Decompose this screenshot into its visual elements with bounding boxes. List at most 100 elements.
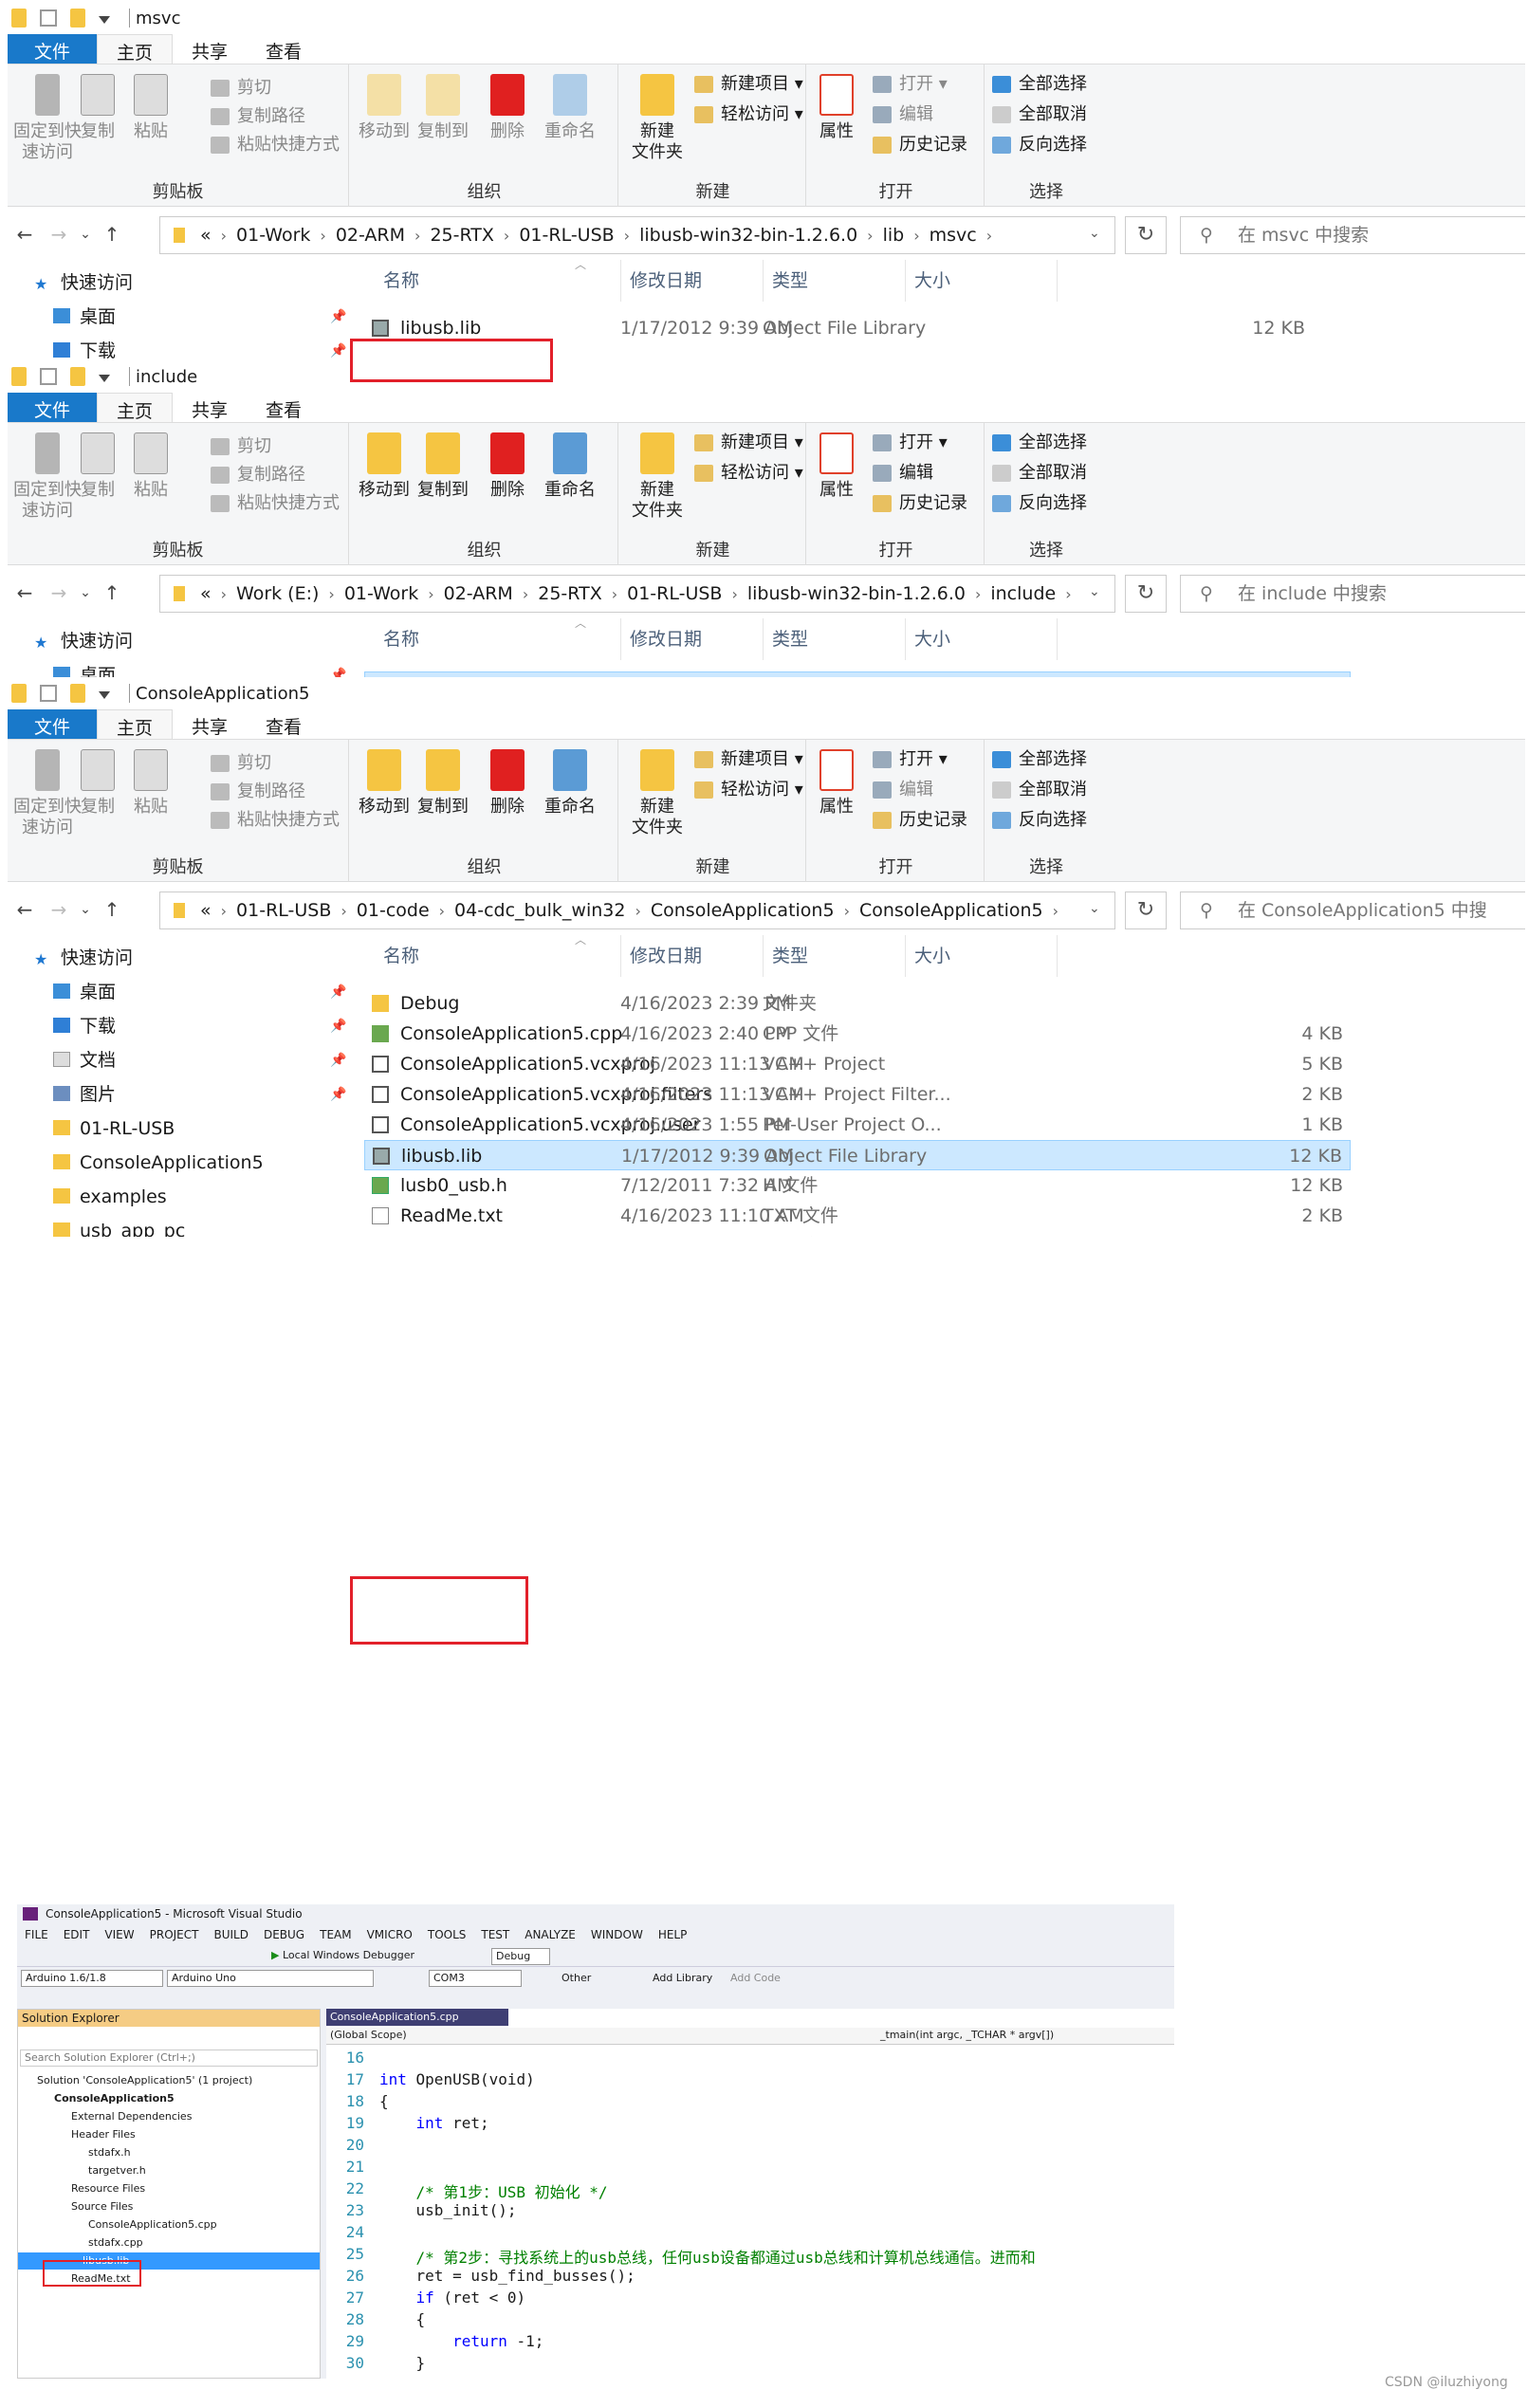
address-bar[interactable]: « › 01-Work › 02-ARM › 25-RTX › 01-RL-USB › libusb…	[159, 216, 1115, 254]
copy-button[interactable]: 复制	[74, 429, 121, 501]
tree-item[interactable]: ConsoleApplication5.cpp	[88, 2216, 217, 2233]
nav-item[interactable]: ★ 快速访问	[34, 624, 133, 658]
column-header-type[interactable]: 类型	[772, 260, 808, 302]
file-row[interactable]: libusb.lib 1/17/2012 9:39 AM Object File L…	[364, 1140, 1351, 1170]
cut-button[interactable]: 剪切	[211, 74, 271, 102]
edit-button[interactable]: 编辑	[873, 776, 933, 804]
forward-arrow-icon[interactable]: →	[42, 581, 76, 604]
chevron-right-icon[interactable]: ›	[504, 227, 509, 245]
column-divider[interactable]	[620, 618, 621, 660]
open-button[interactable]: 打开 ▾	[873, 745, 948, 774]
select-all-button[interactable]: 全部选择	[992, 745, 1087, 774]
properties-quick-icon[interactable]	[40, 9, 57, 27]
nav-item[interactable]: ★ 快速访问	[34, 266, 133, 300]
tree-item[interactable]: External Dependencies	[71, 2108, 192, 2125]
menu-item[interactable]: HELP	[651, 1925, 695, 1944]
address-bar[interactable]: « › 01-RL-USB › 01-code › 04-cdc_bulk_win32 › Co…	[159, 892, 1115, 929]
chevron-right-icon[interactable]: ›	[428, 585, 433, 603]
new-folder-quick-icon[interactable]	[70, 367, 85, 386]
column-divider[interactable]	[1057, 935, 1058, 977]
chevron-right-icon[interactable]: ›	[913, 227, 919, 245]
column-header-type[interactable]: 类型	[772, 935, 808, 977]
menu-item[interactable]: BUILD	[206, 1925, 255, 1944]
new-folder-button[interactable]: 新建 文件夹	[624, 745, 690, 838]
tree-item[interactable]: targetver.h	[88, 2162, 146, 2179]
copy-button[interactable]: 复制	[74, 70, 121, 142]
ribbon-tab[interactable]: 查看	[247, 34, 321, 64]
ribbon-tab[interactable]: 文件	[8, 34, 98, 64]
new-folder-button[interactable]: 新建 文件夹	[624, 429, 690, 522]
chevron-down-icon[interactable]: ▾	[789, 432, 803, 452]
breadcrumb-item[interactable]: «	[200, 900, 212, 921]
chevron-right-icon[interactable]: ›	[635, 902, 640, 920]
cut-button[interactable]: 剪切	[211, 749, 271, 778]
file-row[interactable]: ConsoleApplication5.vcxproj.filters 4/16/…	[364, 1079, 1351, 1110]
tree-item[interactable]: Header Files	[71, 2126, 136, 2143]
nav-item[interactable]: examples	[53, 1180, 167, 1214]
code-line[interactable]: {	[379, 2310, 426, 2328]
breadcrumb-item[interactable]: «	[200, 583, 212, 604]
pin-icon[interactable]: 📌	[330, 309, 346, 324]
column-divider[interactable]	[763, 618, 764, 660]
column-divider[interactable]	[763, 260, 764, 302]
breadcrumb-item[interactable]: 01-RL-USB	[236, 900, 331, 921]
properties-button[interactable]: 属性	[808, 745, 865, 818]
move-to-button[interactable]: 移动到	[351, 70, 417, 142]
chevron-right-icon[interactable]: ›	[414, 227, 420, 245]
open-button[interactable]: 打开 ▾	[873, 70, 948, 99]
breadcrumb-item[interactable]: 01-Work	[236, 225, 310, 246]
chevron-down-icon[interactable]: ⌄	[1089, 226, 1100, 241]
easy-access-button[interactable]: 轻松访问 ▾	[694, 776, 803, 804]
forward-arrow-icon[interactable]: →	[42, 898, 76, 921]
chevron-right-icon[interactable]: ›	[1053, 902, 1059, 920]
properties-quick-icon[interactable]	[40, 685, 57, 702]
invert-selection-button[interactable]: 反向选择	[992, 806, 1087, 835]
easy-access-button[interactable]: 轻松访问 ▾	[694, 459, 803, 487]
recent-locations-icon[interactable]: ⌄	[76, 902, 95, 917]
add-code-button[interactable]: Add Code	[730, 1972, 781, 1984]
paste-button[interactable]: 粘贴	[127, 745, 175, 818]
nav-item[interactable]: 桌面	[53, 975, 116, 1009]
chevron-right-icon[interactable]: ›	[612, 585, 617, 603]
copy-path-button[interactable]: 复制路径	[211, 461, 305, 489]
menu-item[interactable]: FILE	[17, 1925, 56, 1944]
refresh-icon[interactable]: ↻	[1125, 892, 1167, 929]
pin-icon[interactable]: 📌	[330, 1019, 346, 1034]
up-arrow-icon[interactable]: ↑	[95, 223, 129, 246]
breadcrumb-item[interactable]: libusb-win32-bin-1.2.6.0	[747, 583, 966, 604]
chevron-down-icon[interactable]: ⌄	[1089, 901, 1100, 916]
rename-button[interactable]: 重命名	[537, 429, 603, 501]
recent-locations-icon[interactable]: ⌄	[76, 585, 95, 600]
column-divider[interactable]	[905, 618, 906, 660]
search-box[interactable]: ⚲ 在 msvc 中搜索	[1180, 216, 1525, 254]
menu-item[interactable]: VIEW	[97, 1925, 141, 1944]
start-debugger-button[interactable]: ▶ Local Windows Debugger	[271, 1949, 414, 1961]
invert-selection-button[interactable]: 反向选择	[992, 131, 1087, 159]
configuration-select[interactable]: Debug	[491, 1948, 550, 1965]
ribbon-tab[interactable]: 共享	[173, 34, 247, 64]
add-library-button[interactable]: Add Library	[653, 1972, 712, 1984]
properties-button[interactable]: 属性	[808, 429, 865, 501]
delete-button[interactable]: 删除	[474, 70, 541, 142]
paste-shortcut-button[interactable]: 粘贴快捷方式	[211, 489, 340, 518]
paste-button[interactable]: 粘贴	[127, 70, 175, 142]
breadcrumb-item[interactable]: msvc	[930, 225, 977, 246]
chevron-down-icon[interactable]: ▾	[789, 104, 803, 124]
breadcrumb-item[interactable]: 02-ARM	[444, 583, 513, 604]
column-header-size[interactable]: 大小	[914, 260, 950, 302]
copy-to-button[interactable]: 复制到	[410, 429, 476, 501]
ribbon-tab[interactable]: 主页	[97, 393, 174, 422]
function-select[interactable]: _tmain(int argc, _TCHAR * argv[])	[876, 2028, 1161, 2045]
column-header-date[interactable]: 修改日期	[630, 935, 702, 977]
up-arrow-icon[interactable]: ↑	[95, 581, 129, 604]
column-header-size[interactable]: 大小	[914, 618, 950, 660]
new-item-button[interactable]: 新建项目 ▾	[694, 429, 803, 457]
paste-shortcut-button[interactable]: 粘贴快捷方式	[211, 806, 340, 835]
chevron-down-icon[interactable]	[99, 16, 110, 24]
address-bar[interactable]: « › Work (E:) › 01-Work › 02-ARM › 25-RTX › 01-RL-…	[159, 575, 1115, 613]
search-box[interactable]: ⚲ 在 include 中搜索	[1180, 575, 1525, 613]
nav-item[interactable]: 文档	[53, 1043, 116, 1077]
select-none-button[interactable]: 全部取消	[992, 776, 1087, 804]
chevron-right-icon[interactable]: ›	[844, 902, 850, 920]
history-button[interactable]: 历史记录	[873, 489, 967, 518]
